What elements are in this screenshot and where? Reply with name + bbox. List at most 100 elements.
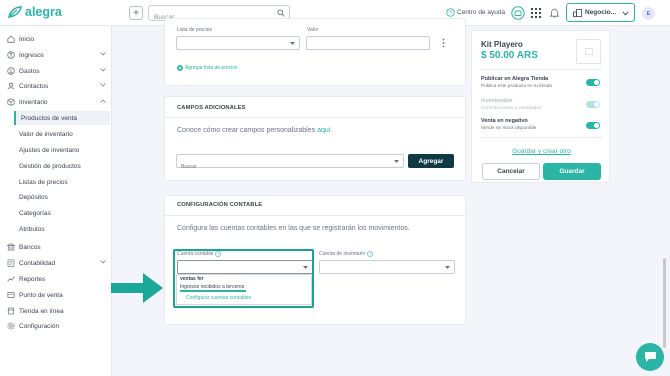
sidebar-item-label: Bancos: [19, 243, 41, 251]
more-options-icon[interactable]: [442, 38, 445, 48]
sidebar-item-punto-de-venta[interactable]: Punto de venta: [7, 289, 107, 301]
sidebar-item-configuracion[interactable]: Configuración: [7, 320, 107, 332]
toggle-title-negative-sale: Venta en negativo: [481, 118, 528, 124]
card-divider: [480, 137, 602, 138]
sidebar-item-ingresos[interactable]: Ingresos: [7, 49, 107, 61]
sidebar-item-label: Contactos: [19, 82, 49, 90]
sidebar-item-gastos[interactable]: Gastos: [7, 65, 107, 77]
inventory-icon: [7, 98, 15, 106]
add-circle-icon: [177, 65, 183, 71]
alegra-logo[interactable]: alegra: [8, 5, 62, 19]
product-price: $ 50.00 ARS: [481, 50, 538, 61]
company-icon: [573, 8, 582, 17]
custom-fields-link[interactable]: aquí.: [317, 127, 333, 134]
inventory-toggle[interactable]: [586, 101, 600, 108]
publish-store-toggle[interactable]: [586, 79, 600, 86]
product-name: Kit Playero: [481, 40, 523, 49]
sidebar-item-inicio[interactable]: Inicio: [7, 33, 107, 45]
caret-down-icon: [445, 266, 450, 269]
inventory-account-select[interactable]: [319, 260, 455, 274]
sidebar-subitem-categorias[interactable]: Categorías: [19, 207, 107, 219]
toggle-subtitle-negative-sale: Vende sin stock disponible: [481, 125, 537, 130]
section-divider: [165, 215, 465, 216]
section-divider: [165, 117, 465, 118]
company-name: Negocio...: [585, 9, 617, 16]
sidebar-item-bancos[interactable]: Bancos: [7, 241, 107, 253]
price-list-label: Lista de precios: [177, 27, 213, 33]
product-summary-card: Kit Playero $ 50.00 ARS Publicar en Aleg…: [471, 30, 610, 183]
chevron-down-icon: [100, 68, 106, 72]
apps-grid-icon[interactable]: [531, 8, 541, 18]
sidebar-subitem-ajustes-de-inventario[interactable]: Ajustes de inventario: [19, 144, 107, 156]
sidebar-item-contactos[interactable]: Contactos: [7, 80, 107, 92]
sidebar-item-inventario[interactable]: Inventario: [7, 96, 107, 108]
sidebar-item-label: Ingresos: [19, 51, 44, 59]
sidebar-subitem-atributos[interactable]: Atributos: [19, 223, 107, 235]
product-image-placeholder[interactable]: [576, 39, 601, 64]
alegra-leaf-icon: [8, 6, 22, 18]
reports-icon: [7, 276, 15, 282]
inventory-account-label: Cuenta de inventario: [319, 251, 366, 257]
add-price-list-label: Agregar lista de precios: [185, 65, 238, 71]
page-scrollbar[interactable]: [663, 258, 666, 348]
sidebar-subitem-valor-de-inventario[interactable]: Valor de inventario: [19, 128, 107, 140]
chevron-down-icon: [622, 11, 629, 16]
sidebar-subitem-depositos[interactable]: Depósitos: [19, 191, 107, 203]
accounting-config-text: Configura las cuentas contables en las q…: [177, 225, 410, 232]
sidebar-item-label: Configuración: [19, 322, 60, 330]
price-value-input[interactable]: [306, 36, 430, 50]
chat-bubble-icon: [644, 352, 656, 362]
sidebar-subitem-listas-de-precios[interactable]: Listas de precios: [19, 176, 107, 188]
card-divider: [480, 69, 602, 70]
extra-fields-title: CAMPOS ADICIONALES: [177, 105, 246, 111]
search-icon[interactable]: [277, 9, 285, 17]
caret-down-icon: [394, 160, 399, 163]
sidebar-item-reportes[interactable]: Reportes: [7, 273, 107, 285]
sidebar-item-label: Reportes: [19, 275, 46, 283]
settings-icon: [7, 322, 15, 330]
contacts-icon: [7, 82, 15, 90]
sidebar-subitem-gestion-de-productos[interactable]: Gestión de productos: [19, 160, 107, 172]
cancel-button[interactable]: Cancelar: [482, 163, 540, 180]
sidebar-item-label: Tienda en línea: [19, 307, 64, 315]
extra-field-search-input[interactable]: [177, 161, 377, 173]
sidebar-item-label: Gastos: [19, 67, 40, 75]
user-avatar[interactable]: E: [642, 7, 655, 20]
add-field-button[interactable]: Agregar: [408, 154, 454, 168]
price-list-select[interactable]: [176, 36, 300, 50]
info-icon[interactable]: ?: [367, 251, 374, 257]
pos-icon: [7, 292, 15, 298]
brand-name: alegra: [25, 5, 62, 19]
sidebar-item-label: Punto de venta: [19, 291, 63, 299]
bell-icon[interactable]: [550, 8, 559, 18]
expenses-icon: [7, 67, 15, 75]
quick-add-button[interactable]: +: [129, 6, 143, 20]
help-icon: ?: [446, 8, 455, 17]
income-icon: [7, 51, 15, 59]
extra-field-search[interactable]: [176, 154, 404, 173]
chevron-down-icon: [100, 83, 106, 87]
wallet-icon[interactable]: [511, 6, 525, 20]
company-selector[interactable]: Negocio...: [566, 3, 635, 22]
highlight-frame: [173, 249, 314, 308]
caret-down-icon: [290, 42, 295, 45]
chevron-up-icon: [100, 99, 106, 103]
inventory-account-label-group: Cuenta de inventario ?: [319, 251, 374, 257]
plus-icon: +: [133, 7, 139, 19]
save-button[interactable]: Guardar: [543, 163, 601, 180]
store-icon: [7, 307, 15, 315]
add-price-list-link[interactable]: Agregar lista de precios: [177, 65, 238, 71]
help-center-link[interactable]: ? Centro de ayuda: [446, 8, 505, 17]
sidebar-item-contabilidad[interactable]: Contabilidad: [7, 257, 107, 269]
accounting-icon: [7, 259, 15, 267]
custom-fields-text: Conoce cómo crear campos personalizables…: [177, 127, 333, 134]
chat-support-button[interactable]: [636, 343, 664, 371]
sidebar-item-tienda-en-linea[interactable]: Tienda en línea: [7, 305, 107, 317]
save-and-create-link[interactable]: Guardar y crear otro: [472, 148, 611, 155]
value-label: Valor: [307, 27, 319, 33]
negative-sale-toggle[interactable]: [586, 122, 600, 129]
accounting-config-title: CONFIGURACIÓN CONTABLE: [177, 202, 263, 208]
sidebar-item-label: Contabilidad: [19, 259, 56, 267]
sidebar-item-label: Inicio: [19, 35, 35, 43]
sidebar-subitem-productos-de-venta[interactable]: Productos de venta: [14, 111, 110, 125]
